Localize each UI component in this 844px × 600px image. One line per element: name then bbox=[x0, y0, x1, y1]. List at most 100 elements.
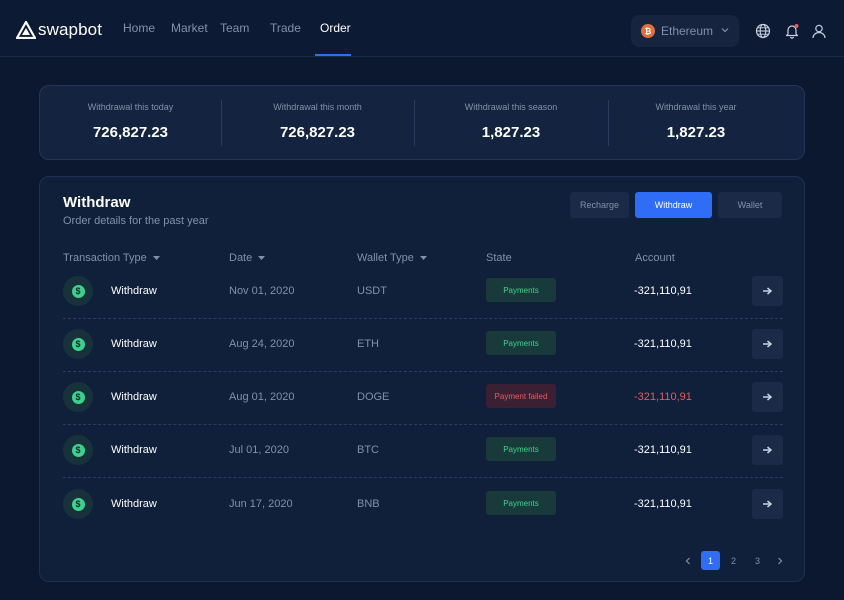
column-header-transaction-type[interactable]: Transaction Type bbox=[63, 252, 160, 264]
status-badge: Payment failed bbox=[486, 384, 556, 408]
transaction-date: Jun 17, 2020 bbox=[229, 498, 293, 510]
arrow-right-icon bbox=[762, 500, 772, 508]
currency-label: Ethereum bbox=[661, 24, 714, 38]
row-divider bbox=[63, 424, 783, 425]
sort-caret-icon bbox=[419, 256, 427, 260]
table-row[interactable]: $ Withdraw Jun 17, 2020 BNB Payments -32… bbox=[63, 489, 783, 542]
account-amount: -321,110,91 bbox=[634, 285, 692, 297]
stat-label: Withdrawal this season bbox=[464, 102, 558, 112]
nav-team[interactable]: Team bbox=[220, 21, 249, 35]
pagination-page-2[interactable]: 2 bbox=[724, 551, 743, 570]
transaction-date: Aug 24, 2020 bbox=[229, 338, 295, 350]
top-navigation-bar: swapbot Home Market Team Trade Order ₿ E… bbox=[0, 0, 844, 57]
arrow-right-icon bbox=[762, 446, 772, 454]
stat-label: Withdrawal this year bbox=[655, 102, 737, 112]
globe-icon[interactable] bbox=[755, 23, 771, 39]
stat-label: Withdrawal this today bbox=[87, 102, 174, 112]
pagination-page-1[interactable]: 1 bbox=[701, 551, 720, 570]
transaction-type: Withdraw bbox=[111, 285, 157, 297]
column-header-wallet-type[interactable]: Wallet Type bbox=[357, 252, 427, 264]
wallet-type: BTC bbox=[357, 444, 379, 456]
currency-dropdown[interactable]: ₿ Ethereum bbox=[631, 15, 739, 47]
column-header-state: State bbox=[486, 252, 512, 264]
wallet-type: USDT bbox=[357, 285, 387, 297]
panel-subtitle: Order details for the past year bbox=[63, 215, 209, 227]
account-amount: -321,110,91 bbox=[634, 338, 692, 350]
row-details-button[interactable] bbox=[752, 435, 783, 465]
tab-withdraw[interactable]: Withdraw bbox=[635, 192, 712, 218]
stat-value: 1,827.23 bbox=[666, 124, 726, 141]
row-details-button[interactable] bbox=[752, 489, 783, 519]
stat-year: Withdrawal this year 1,827.23 bbox=[608, 86, 784, 161]
stat-today: Withdrawal this today 726,827.23 bbox=[40, 86, 221, 161]
stat-value: 726,827.23 bbox=[279, 124, 356, 141]
dollar-icon: $ bbox=[63, 329, 93, 359]
withdrawal-stats-card: Withdrawal this today 726,827.23 Withdra… bbox=[39, 85, 805, 160]
chevron-right-icon bbox=[777, 557, 782, 564]
nav-home[interactable]: Home bbox=[123, 21, 155, 35]
table-row[interactable]: $ Withdraw Aug 24, 2020 ETH Payments -32… bbox=[63, 329, 783, 382]
dollar-icon: $ bbox=[63, 382, 93, 412]
dollar-icon: $ bbox=[63, 435, 93, 465]
stat-season: Withdrawal this season 1,827.23 bbox=[414, 86, 608, 161]
row-details-button[interactable] bbox=[752, 382, 783, 412]
transaction-date: Nov 01, 2020 bbox=[229, 285, 295, 297]
sort-caret-icon bbox=[258, 256, 266, 260]
status-badge: Payments bbox=[486, 491, 556, 515]
bell-icon[interactable] bbox=[784, 23, 800, 39]
table-row[interactable]: $ Withdraw Jul 01, 2020 BTC Payments -32… bbox=[63, 435, 783, 488]
tab-wallet[interactable]: Wallet bbox=[718, 192, 782, 218]
wallet-type: BNB bbox=[357, 498, 380, 510]
account-amount: -321,110,91 bbox=[634, 498, 692, 510]
nav-market[interactable]: Market bbox=[171, 21, 208, 35]
arrow-right-icon bbox=[762, 393, 772, 401]
column-header-label: Transaction Type bbox=[63, 252, 147, 264]
logo-mark-icon bbox=[16, 21, 36, 39]
stat-label: Withdrawal this month bbox=[273, 102, 362, 112]
pagination-next-button[interactable] bbox=[770, 551, 789, 570]
table-row[interactable]: $ Withdraw Aug 01, 2020 DOGE Payment fai… bbox=[63, 382, 783, 435]
transaction-date: Aug 01, 2020 bbox=[229, 391, 295, 403]
table-row[interactable]: $ Withdraw Nov 01, 2020 USDT Payments -3… bbox=[63, 276, 783, 329]
dollar-glyph: $ bbox=[71, 390, 85, 404]
user-icon[interactable] bbox=[811, 23, 827, 39]
dollar-glyph: $ bbox=[71, 497, 85, 511]
account-amount: -321,110,91 bbox=[634, 444, 692, 456]
arrow-right-icon bbox=[762, 340, 772, 348]
row-details-button[interactable] bbox=[752, 329, 783, 359]
arrow-right-icon bbox=[762, 287, 772, 295]
active-nav-indicator bbox=[315, 54, 351, 56]
row-details-button[interactable] bbox=[752, 276, 783, 306]
sort-caret-icon bbox=[152, 256, 160, 260]
chevron-left-icon bbox=[685, 557, 690, 564]
dollar-icon: $ bbox=[63, 489, 93, 519]
status-badge: Payments bbox=[486, 331, 556, 355]
stat-value: 726,827.23 bbox=[92, 124, 169, 141]
dollar-icon: $ bbox=[63, 276, 93, 306]
withdraw-panel: Withdraw Order details for the past year… bbox=[39, 176, 805, 582]
column-header-label: Wallet Type bbox=[357, 252, 414, 264]
brand-name: swapbot bbox=[38, 20, 103, 39]
column-header-label: Account bbox=[635, 252, 675, 264]
stat-value: 1,827.23 bbox=[481, 124, 541, 141]
column-header-date[interactable]: Date bbox=[229, 252, 266, 264]
brand-logo[interactable]: swapbot bbox=[16, 19, 102, 41]
account-amount: -321,110,91 bbox=[634, 391, 692, 403]
pagination-page-3[interactable]: 3 bbox=[748, 551, 767, 570]
transaction-date: Jul 01, 2020 bbox=[229, 444, 289, 456]
row-divider bbox=[63, 318, 783, 319]
status-badge: Payments bbox=[486, 278, 556, 302]
chevron-down-icon bbox=[721, 28, 729, 33]
coin-icon: ₿ bbox=[641, 24, 655, 38]
column-header-label: State bbox=[486, 252, 512, 264]
dollar-glyph: $ bbox=[71, 443, 85, 457]
nav-order[interactable]: Order bbox=[320, 21, 351, 35]
pagination-prev-button[interactable] bbox=[678, 551, 697, 570]
transaction-type: Withdraw bbox=[111, 391, 157, 403]
dollar-glyph: $ bbox=[71, 284, 85, 298]
nav-trade[interactable]: Trade bbox=[270, 21, 301, 35]
wallet-type: DOGE bbox=[357, 391, 390, 403]
transaction-type: Withdraw bbox=[111, 498, 157, 510]
panel-title: Withdraw bbox=[63, 194, 131, 211]
tab-recharge[interactable]: Recharge bbox=[570, 192, 629, 218]
